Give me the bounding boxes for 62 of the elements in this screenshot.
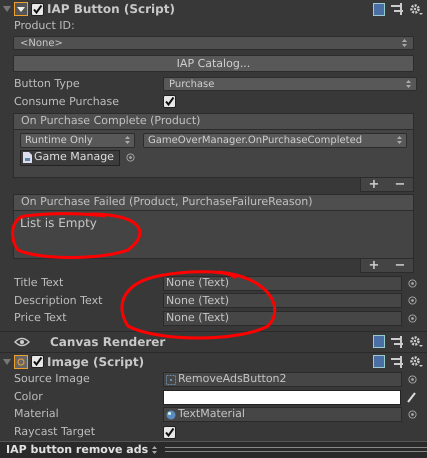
updown-arrows-icon bbox=[406, 80, 411, 88]
field-label: Color bbox=[14, 388, 44, 405]
object-picker-icon[interactable] bbox=[408, 410, 417, 420]
object-field[interactable]: None (Text) bbox=[163, 310, 402, 326]
add-button[interactable]: + bbox=[368, 178, 380, 191]
image-component-icon bbox=[14, 354, 28, 369]
preset-sliders-icon[interactable] bbox=[391, 3, 403, 15]
product-id-dropdown[interactable]: <None> bbox=[13, 36, 414, 50]
updown-arrows-icon bbox=[402, 39, 407, 47]
preset-sliders-icon[interactable] bbox=[391, 336, 403, 348]
component-title: IAP Button (Script) bbox=[47, 1, 175, 18]
updown-arrows-icon bbox=[125, 136, 130, 144]
updown-arrows-icon bbox=[152, 446, 158, 454]
object-field[interactable]: RemoveAdsButton2 bbox=[163, 372, 402, 387]
eye-icon[interactable] bbox=[14, 336, 30, 347]
iap-catalog-button[interactable]: IAP Catalog... bbox=[13, 55, 414, 72]
empty-list-text: List is Empty bbox=[20, 216, 97, 230]
component-header[interactable]: Image (Script) bbox=[0, 352, 427, 371]
runtime-dropdown[interactable]: Runtime Only bbox=[20, 132, 135, 148]
sphere-icon bbox=[166, 410, 176, 420]
preset-sliders-icon[interactable] bbox=[391, 356, 403, 368]
object-picker-icon[interactable] bbox=[126, 153, 135, 162]
add-button[interactable]: + bbox=[368, 258, 380, 272]
color-swatch[interactable] bbox=[163, 390, 401, 405]
field-label: Consume Purchase bbox=[14, 94, 120, 110]
component-title: Image (Script) bbox=[47, 354, 144, 371]
field-label: Description Text bbox=[14, 292, 104, 309]
foldout-arrow-icon[interactable] bbox=[3, 5, 11, 13]
component-header[interactable]: Canvas Renderer bbox=[0, 332, 427, 352]
event-header: On Purchase Failed (Product, PurchaseFailureReason) bbox=[13, 194, 414, 211]
field-label: Product ID: bbox=[14, 18, 75, 34]
component-title: Canvas Renderer bbox=[50, 334, 166, 351]
settings-icon[interactable] bbox=[409, 335, 423, 348]
object-picker-icon[interactable] bbox=[408, 375, 417, 384]
settings-icon[interactable] bbox=[409, 2, 423, 16]
method-dropdown[interactable]: GameOverManager.OnPurchaseCompleted bbox=[143, 132, 407, 148]
field-label: Source Image bbox=[14, 371, 91, 388]
field-label: Button Type bbox=[14, 76, 81, 92]
remove-button[interactable]: − bbox=[394, 178, 406, 191]
event-header: On Purchase Complete (Product) bbox=[13, 112, 414, 130]
eyedropper-icon[interactable] bbox=[407, 391, 417, 404]
foldout-arrow-icon[interactable] bbox=[3, 358, 11, 366]
remove-button[interactable]: − bbox=[394, 258, 406, 272]
object-field[interactable]: TextMaterial bbox=[163, 407, 402, 422]
sprite-icon bbox=[166, 374, 176, 384]
field-label: Raycast Target bbox=[14, 424, 96, 440]
field-label: Title Text bbox=[14, 275, 64, 292]
checkbox[interactable] bbox=[163, 426, 176, 439]
object-field[interactable]: None (Text) bbox=[163, 293, 402, 308]
checkbox[interactable] bbox=[31, 2, 44, 16]
script-file-icon bbox=[23, 152, 32, 164]
settings-icon[interactable] bbox=[409, 355, 423, 368]
checkbox[interactable] bbox=[31, 355, 44, 368]
object-field[interactable]: None (Text) bbox=[163, 276, 402, 291]
checkbox[interactable] bbox=[163, 95, 176, 108]
field-label: Material bbox=[14, 406, 60, 422]
asset-label: IAP button remove ads bbox=[6, 442, 148, 458]
object-field[interactable]: Game Manage bbox=[20, 150, 120, 166]
field-label: Price Text bbox=[14, 310, 68, 326]
button-type-dropdown[interactable]: Purchase bbox=[163, 77, 417, 92]
updown-arrows-icon bbox=[397, 136, 402, 144]
script-component-icon bbox=[14, 2, 28, 16]
